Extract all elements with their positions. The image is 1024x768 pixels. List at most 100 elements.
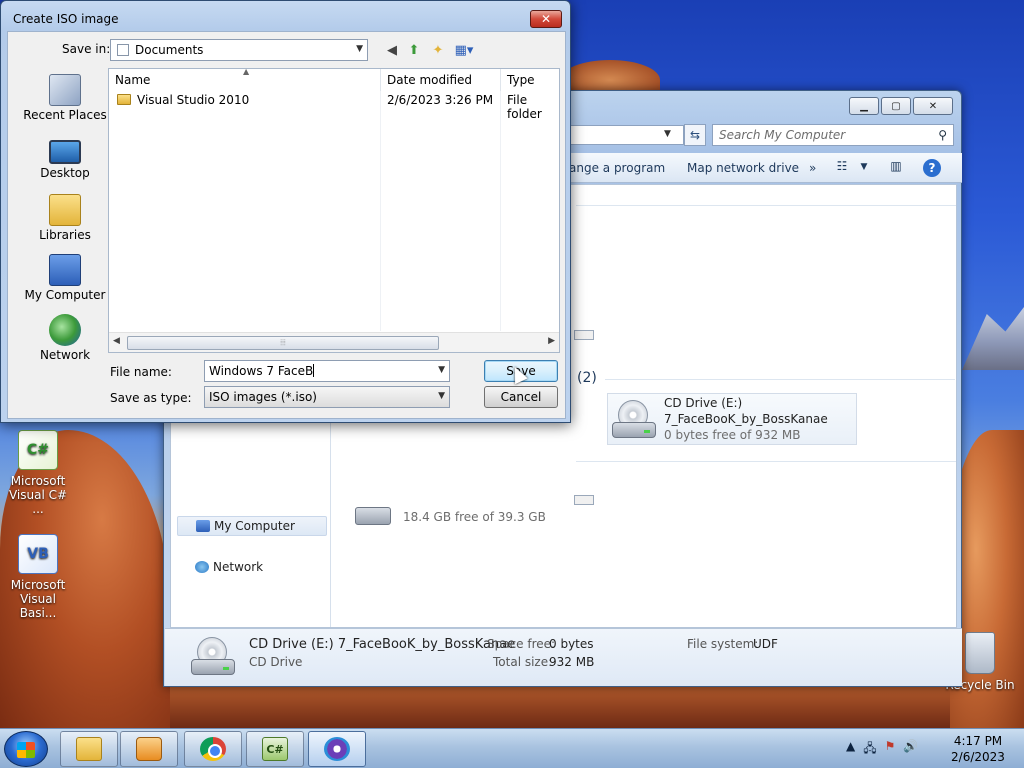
save-as-type-select[interactable]: ISO images (*.iso) ▼: [204, 386, 450, 408]
uninstall-change-program-button[interactable]: ange a program: [569, 161, 665, 175]
taskbar-explorer[interactable]: [60, 731, 118, 767]
clock[interactable]: 4:17 PM 2/6/2023: [940, 733, 1016, 765]
place-libraries[interactable]: Libraries: [20, 194, 110, 242]
view-options-icon[interactable]: ☷: [833, 159, 851, 177]
new-folder-button[interactable]: ✦: [428, 40, 448, 60]
place-network[interactable]: Network: [20, 314, 110, 362]
back-button[interactable]: ◀: [382, 40, 402, 60]
chrome-icon: [200, 737, 226, 761]
start-button[interactable]: [4, 731, 48, 767]
scrollbar-thumb[interactable]: ⦙⦙⦙: [127, 336, 439, 350]
dialog-title: Create ISO image: [13, 12, 119, 26]
maximize-button[interactable]: ▢: [881, 97, 911, 115]
minimize-button[interactable]: ▁: [849, 97, 879, 115]
scroll-right-icon[interactable]: ▶: [548, 336, 555, 346]
cd-drive-icon: [612, 400, 656, 440]
libraries-icon: [49, 194, 81, 226]
network-icon: [49, 314, 81, 346]
place-label: Libraries: [39, 228, 91, 242]
save-in-label: Save in:: [62, 42, 111, 56]
local-drive-free: 18.4 GB free of 39.3 GB: [403, 510, 546, 524]
view-menu-button[interactable]: ▦▾: [454, 40, 474, 60]
place-label: Network: [39, 348, 91, 362]
more-commands-button[interactable]: »: [809, 161, 816, 175]
window-controls: ▁ ▢ ✕: [849, 97, 953, 115]
dialog-close-button[interactable]: ✕: [530, 10, 562, 28]
drive-usage-bar: [574, 495, 594, 505]
file-row-type: File folder: [507, 93, 542, 121]
cd-drive-free: 0 bytes free of 932 MB: [664, 428, 801, 442]
close-button[interactable]: ✕: [913, 97, 953, 115]
chevron-down-icon[interactable]: ▼: [855, 162, 873, 180]
place-desktop[interactable]: Desktop: [20, 134, 110, 180]
total-size-label: Total size:: [493, 655, 553, 669]
network-tray-icon[interactable]: 🖧: [863, 739, 876, 760]
cd-drive-label: 7_FaceBooK_by_BossKanae: [664, 412, 828, 426]
desktop-icon-label: Microsoft Visual Basi...: [10, 578, 66, 620]
map-network-drive-button[interactable]: Map network drive: [687, 161, 799, 175]
save-in-combo[interactable]: Documents ▼: [110, 39, 368, 61]
up-folder-button[interactable]: ⬆: [404, 40, 424, 60]
group-count: (2): [577, 370, 597, 386]
save-as-type-value: ISO images (*.iso): [209, 390, 317, 404]
taskbar: C# ▲ 🖧 ⚑ 🔊 4:17 PM 2/6/2023: [0, 728, 1024, 768]
recent-places-icon: [49, 74, 81, 106]
scroll-left-icon[interactable]: ◀: [113, 336, 120, 346]
file-row-date: 2/6/2023 3:26 PM: [387, 93, 494, 107]
column-separator: [500, 91, 501, 331]
column-header-date[interactable]: Date modified: [381, 69, 501, 91]
search-input[interactable]: Search My Computer ⚲: [712, 124, 954, 146]
cd-drive-title: CD Drive (E:): [664, 396, 743, 410]
save-as-type-label: Save as type:: [110, 391, 192, 405]
create-iso-dialog: Create ISO image ✕ Save in: Documents ▼ …: [0, 0, 571, 423]
desktop-icon-label: Microsoft Visual C# ...: [8, 474, 68, 516]
show-hidden-icons-icon[interactable]: ▲: [846, 739, 855, 760]
space-free-label: Space free:: [487, 637, 556, 651]
cancel-button[interactable]: Cancel: [484, 386, 558, 408]
places-bar: Recent Places Desktop Libraries My Compu…: [14, 62, 112, 366]
file-row-name[interactable]: Visual Studio 2010: [117, 93, 379, 111]
chevron-down-icon[interactable]: ▼: [664, 129, 671, 139]
file-name-value: Windows 7 FaceB: [209, 364, 314, 378]
column-header-label: Type: [507, 73, 535, 87]
taskbar-burner[interactable]: [308, 731, 366, 767]
chevron-down-icon: ▼: [438, 365, 445, 375]
save-in-value: Documents: [135, 43, 204, 57]
column-header-type[interactable]: Type: [501, 69, 559, 91]
dialog-client: Save in: Documents ▼ ◀ ⬆ ✦ ▦▾ Recent Pla…: [7, 31, 566, 419]
column-header-name[interactable]: ▲ Name: [109, 67, 381, 91]
system-tray: ▲ 🖧 ⚑ 🔊: [846, 739, 918, 760]
nav-item-label: My Computer: [214, 519, 295, 533]
chevron-down-icon: ▼: [356, 44, 363, 54]
cd-drive-tile[interactable]: CD Drive (E:) 7_FaceBooK_by_BossKanae 0 …: [607, 393, 857, 445]
file-name-input[interactable]: Windows 7 FaceB ▼: [204, 360, 450, 382]
taskbar-media-player[interactable]: [120, 731, 178, 767]
horizontal-scrollbar[interactable]: ◀ ⦙⦙⦙ ▶: [109, 332, 559, 352]
place-recent-places[interactable]: Recent Places: [20, 74, 110, 122]
media-player-icon: [136, 737, 162, 761]
windows-logo-icon: [17, 742, 35, 758]
help-icon[interactable]: ?: [923, 159, 941, 177]
file-name-cell: Visual Studio 2010: [137, 93, 250, 107]
place-my-computer[interactable]: My Computer: [20, 254, 110, 302]
desktop-icon-visual-csharp[interactable]: C# Microsoft Visual C# ...: [2, 430, 74, 516]
refresh-icon: ⇆: [689, 128, 701, 142]
nav-item-my-computer[interactable]: My Computer: [177, 516, 327, 536]
taskbar-chrome[interactable]: [184, 731, 242, 767]
taskbar-visual-csharp[interactable]: C#: [246, 731, 304, 767]
network-icon: [195, 561, 209, 573]
desktop-icon-visual-basic[interactable]: VB Microsoft Visual Basi...: [2, 534, 74, 620]
place-label: My Computer: [24, 288, 106, 302]
desktop-icon: [49, 140, 81, 164]
recycle-bin-icon: [965, 632, 995, 674]
new-folder-icon: ✦: [432, 42, 444, 58]
nav-item-network[interactable]: Network: [177, 558, 327, 578]
nav-item-label: Network: [213, 560, 264, 574]
action-center-icon[interactable]: ⚑: [885, 739, 896, 760]
sort-ascending-icon: ▲: [243, 67, 250, 76]
volume-icon[interactable]: 🔊: [903, 739, 918, 760]
preview-pane-icon[interactable]: ▥: [887, 159, 905, 177]
refresh-button[interactable]: ⇆: [684, 124, 706, 146]
cd-drive-icon: [191, 637, 235, 677]
details-title: CD Drive (E:) 7_FaceBooK_by_BossKanae: [249, 637, 516, 652]
